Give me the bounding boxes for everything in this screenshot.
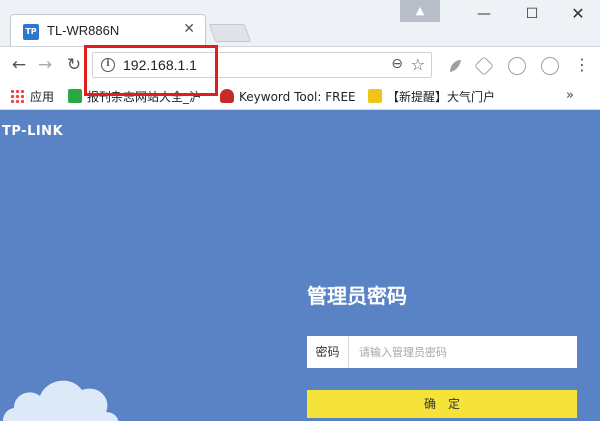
extension-leaf-icon[interactable] [446,57,464,75]
bookmark-apps[interactable]: 应用 [10,88,54,106]
extension-globe-icon[interactable] [508,57,526,75]
password-input[interactable] [351,336,575,368]
menu-dots-icon[interactable]: ⋮ [574,55,590,75]
confirm-button[interactable]: 确定 [307,390,577,418]
maximize-button[interactable]: ☐ [510,0,554,30]
extension-circle-icon[interactable] [541,57,559,75]
new-tab-button[interactable] [208,24,252,42]
browser-tab[interactable]: TP TL-WR886N ✕ [10,14,206,46]
close-window-button[interactable]: ✕ [556,0,600,30]
password-label: 密码 [307,336,349,368]
tab-title: TL-WR886N [47,23,120,38]
bookmark-item[interactable]: Keyword Tool: FREE [220,88,356,106]
zoom-icon[interactable]: ⊖ [391,56,403,72]
bookmark-label: 【新提醒】大气门户 [387,90,496,104]
bookmark-label: Keyword Tool: FREE [239,90,356,104]
profile-icon[interactable]: ▲ [400,0,440,22]
forward-arrow-icon[interactable]: → [34,54,56,76]
password-field: 密码 [307,336,577,368]
back-arrow-icon[interactable]: ← [8,54,30,76]
minimize-button[interactable]: — [462,0,506,30]
bookmark-label: 应用 [30,90,55,104]
login-title: 管理员密码 [307,284,407,308]
cloud-illustration [3,380,119,421]
apps-grid-icon [10,89,24,103]
extension-shield-icon[interactable] [474,56,494,76]
green-c-icon [68,89,82,103]
reload-icon[interactable]: ↻ [63,54,85,76]
tplink-logo: TP-LINK [2,124,64,139]
tplink-favicon-icon: TP [23,24,39,40]
more-bookmarks-icon[interactable]: » [566,88,574,103]
url-highlight-box [84,45,218,96]
bookmark-item[interactable]: 【新提醒】大气门户 [368,88,495,106]
tab-close-icon[interactable]: ✕ [183,21,195,37]
bookmark-star-icon[interactable]: ☆ [411,55,425,74]
keyword-tool-icon [220,89,234,103]
trophy-icon [368,89,382,103]
tab-strip: TP TL-WR886N ✕ ▲ — ☐ ✕ [0,0,600,46]
